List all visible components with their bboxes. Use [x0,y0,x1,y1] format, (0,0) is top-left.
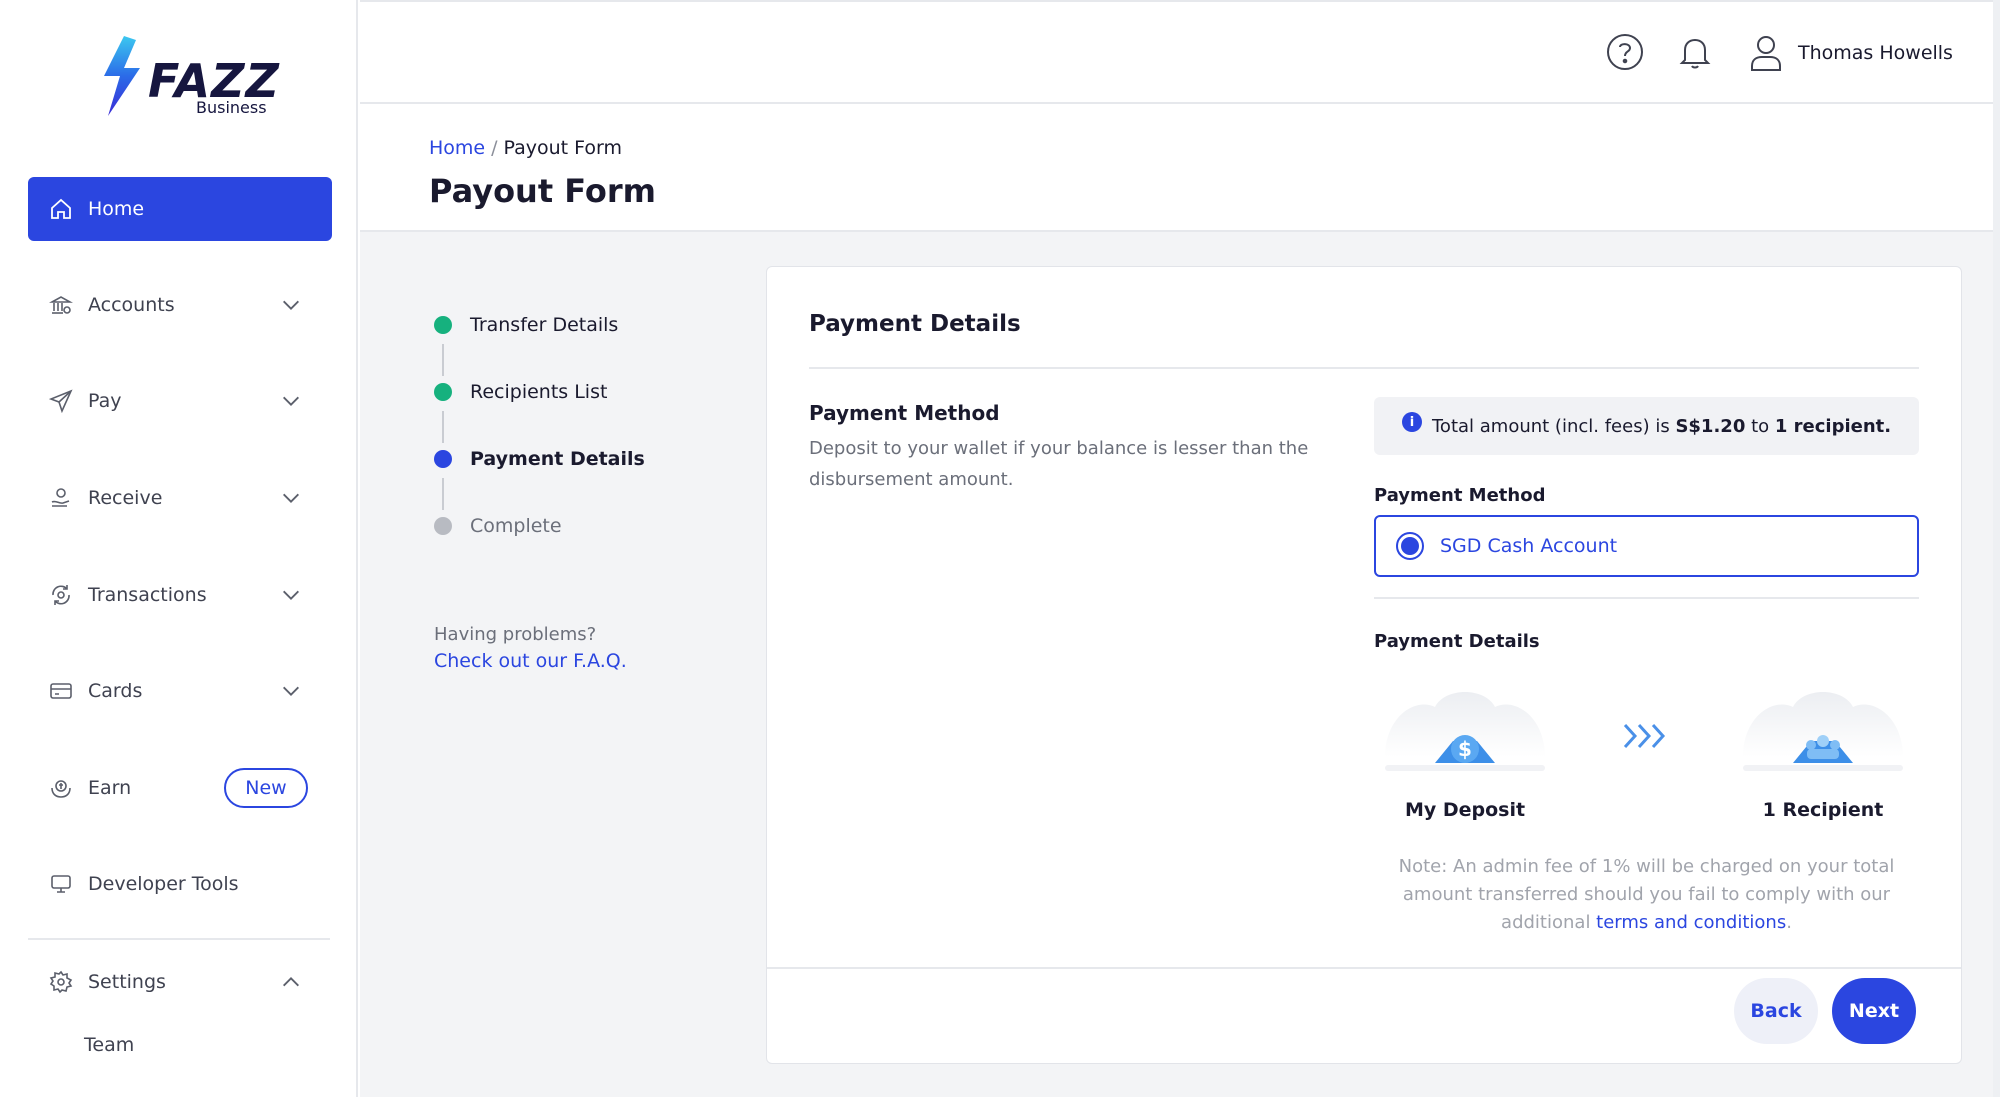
sidebar-item-label: Home [88,198,145,220]
user-icon[interactable] [1744,30,1788,74]
sidebar-item-accounts[interactable]: Accounts [28,273,332,337]
section-title: Payment Method [809,401,1000,425]
section-divider [1374,597,1919,599]
payment-method-option[interactable]: SGD Cash Account [1374,515,1919,577]
sidebar-item-label: Settings [88,971,166,993]
total-amount-info: i Total amount (incl. fees) is S$1.20 to… [1374,397,1919,455]
home-icon [48,196,74,222]
sidebar-item-label: Receive [88,487,163,509]
triple-chevron-right-icon [1623,723,1666,749]
deposit-caption: My Deposit [1404,799,1526,821]
next-button[interactable]: Next [1832,978,1916,1044]
payment-details-label: Payment Details [1374,631,1540,652]
bank-icon [48,292,74,318]
window-edge [1993,0,2000,1097]
step-complete: Complete [434,515,562,537]
payment-details-card: Payment Details Payment Method Deposit t… [766,266,1962,1064]
step-pending-dot [434,517,452,535]
main-content: Transfer Details Recipients List Payment… [360,232,1993,1097]
recipient-count: 1 recipient. [1774,415,1892,437]
user-name[interactable]: Thomas Howells [1798,42,1953,64]
breadcrumb-separator: / [491,137,498,159]
breadcrumb-current: Payout Form [503,137,623,159]
sidebar-item-cards[interactable]: Cards [28,659,332,723]
send-icon [48,388,74,414]
sidebar-subitem-team[interactable]: Team [84,1034,134,1056]
sidebar-item-pay[interactable]: Pay [28,369,332,433]
step-connector [442,344,444,376]
step-complete-dot [434,383,452,401]
sidebar-item-label: Cards [88,680,143,702]
deposit-illustration-icon: $ [1385,692,1545,771]
sidebar-item-receive[interactable]: Receive [28,466,332,530]
sidebar-item-label: Developer Tools [88,873,239,895]
chevron-up-icon[interactable] [280,971,302,993]
sidebar-item-settings[interactable]: Settings [28,950,332,1014]
sidebar-item-developer-tools[interactable]: Developer Tools [28,852,332,916]
step-complete-dot [434,316,452,334]
transactions-icon [48,582,74,608]
recipient-caption: 1 Recipient [1762,799,1884,821]
card-footer-divider [767,967,1961,969]
faq-link[interactable]: Check out our F.A.Q. [434,650,627,672]
admin-fee-note: Note: An admin fee of 1% will be charged… [1374,853,1919,937]
lightning-logo-icon [104,36,140,116]
step-transfer-details: Transfer Details [434,314,618,336]
total-amount: S$1.20 [1675,415,1746,437]
terms-link[interactable]: terms and conditions [1596,912,1786,933]
chevron-down-icon[interactable] [280,584,302,606]
sidebar: FAZZ Business Home Accounts Pay Receive … [0,0,358,1097]
card-divider [809,367,1919,369]
fazz-logo[interactable]: FAZZ Business [94,34,279,120]
sidebar-item-label: Accounts [88,294,175,316]
recipient-illustration-icon [1743,692,1903,771]
step-current-dot [434,450,452,468]
section-description: Deposit to your wallet if your balance i… [809,438,1309,490]
new-badge: New [224,768,308,808]
note-suffix: . [1786,912,1792,933]
card-title: Payment Details [809,311,1021,337]
breadcrumb: Home / Payout Form [429,137,622,159]
step-label: Recipients List [470,381,608,403]
bell-icon[interactable] [1673,30,1717,74]
payment-method-label: Payment Method [1374,485,1546,506]
card-icon [48,678,74,704]
topbar: Thomas Howells [360,0,1993,104]
sidebar-item-home[interactable]: Home [28,177,332,241]
receive-icon [48,485,74,511]
sidebar-item-label: Transactions [88,584,207,606]
back-button[interactable]: Back [1734,978,1818,1044]
info-middle: to [1751,415,1770,437]
chevron-down-icon[interactable] [280,680,302,702]
chevron-down-icon[interactable] [280,487,302,509]
step-payment-details: Payment Details [434,448,645,470]
step-recipients-list: Recipients List [434,381,607,403]
info-icon: i [1402,412,1422,432]
monitor-icon [48,871,74,897]
info-prefix: Total amount (incl. fees) is [1432,415,1670,437]
radio-selected-icon[interactable] [1396,532,1424,560]
help-icon[interactable] [1603,30,1647,74]
sidebar-item-transactions[interactable]: Transactions [28,563,332,627]
sidebar-item-earn[interactable]: Earn New [28,756,332,820]
earn-icon [48,775,74,801]
step-label: Transfer Details [470,314,619,336]
step-connector [442,411,444,443]
step-label: Payment Details [470,448,645,470]
svg-text:$: $ [1458,737,1472,761]
page-header: Home / Payout Form Payout Form [360,104,1993,232]
step-connector [442,478,444,510]
sidebar-item-label: Pay [88,390,122,412]
gear-icon [48,969,74,995]
payment-method-option-label: SGD Cash Account [1440,535,1618,557]
brand-subtitle: Business [196,98,267,117]
step-label: Complete [470,515,562,537]
sidebar-item-label: Earn [88,777,132,799]
sidebar-divider [28,938,330,940]
breadcrumb-home-link[interactable]: Home [429,137,485,159]
chevron-down-icon[interactable] [280,294,302,316]
help-text: Having problems? [434,624,597,645]
page-title: Payout Form [429,172,656,210]
chevron-down-icon[interactable] [280,390,302,412]
